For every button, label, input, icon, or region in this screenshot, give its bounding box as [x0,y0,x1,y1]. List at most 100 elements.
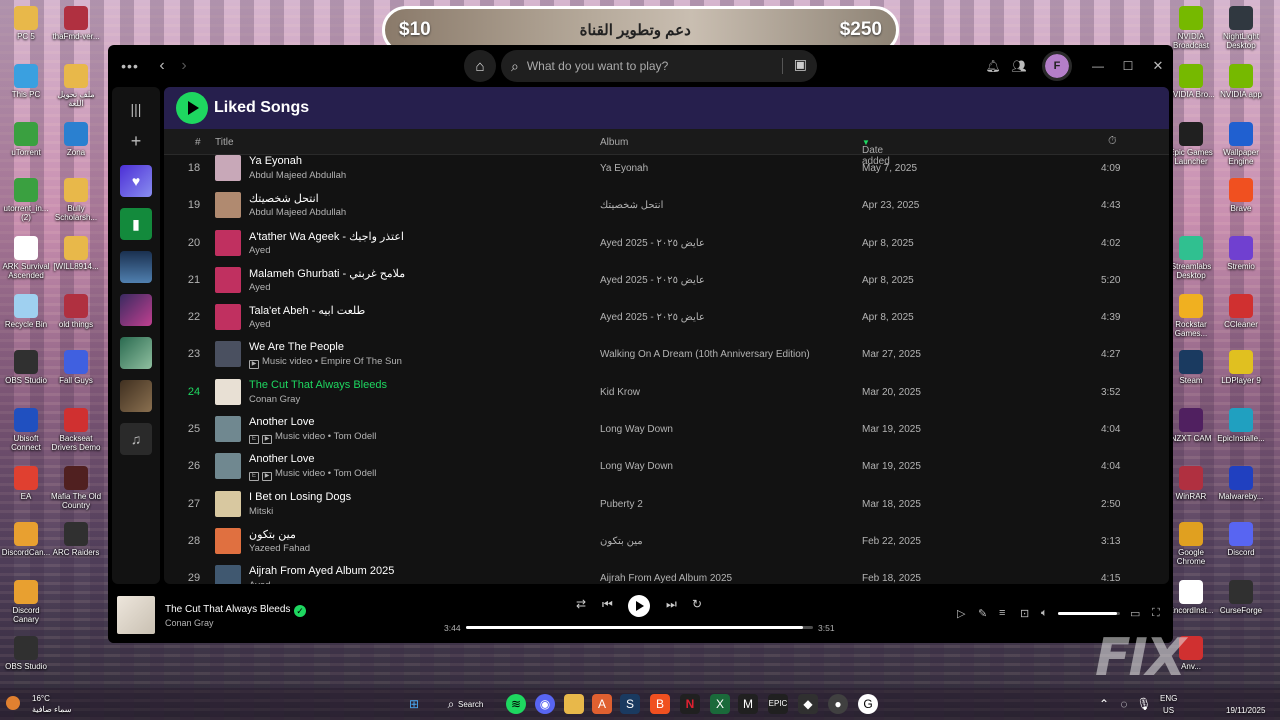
search-icon[interactable]: ⌕ [444,694,458,714]
desktop-shortcut[interactable]: Malwareby... [1215,466,1267,501]
desktop-shortcut[interactable]: PC 5 [0,6,52,41]
track-title[interactable]: Ya Eyonah [249,155,302,167]
track-title[interactable]: We Are The People [249,341,344,353]
next-icon[interactable]: ⏭︎ [666,597,677,612]
track-title[interactable]: Malameh Ghurbati - ملامح غربتي [249,267,405,280]
desktop-shortcut[interactable]: This PC [0,64,52,99]
track-title[interactable]: Tala'et Abeh - طلعت ابيه [249,304,365,317]
track-album[interactable]: Walking On A Dream (10th Anniversary Edi… [600,349,810,360]
track-album[interactable]: Long Way Down [600,424,673,435]
desktop-shortcut[interactable]: [WILL8914... [50,236,102,271]
track-title[interactable]: انتحل شخصيتك [249,192,319,205]
bell-icon[interactable]: 🔔︎ [985,45,1000,87]
epic-taskbar-icon[interactable]: EPIC [768,694,788,714]
desktop-shortcut[interactable]: thaFmd-ver... [50,6,102,41]
track-artist[interactable]: Ayed [249,245,270,256]
add-icon[interactable]: + [120,125,152,157]
desktop-shortcut[interactable]: old things [50,294,102,329]
saved-episodes-bookmark-icon[interactable]: ▮ [120,208,152,240]
close-icon[interactable]: ✕ [1151,45,1165,87]
track-row[interactable]: 25 Another Love E ▶ Music video • Tom Odell L… [164,411,1169,448]
track-row[interactable]: 21 Malameh Ghurbati - ملامح غربتي Ayed Ayed… [164,262,1169,299]
track-album[interactable]: Puberty 2 [600,499,643,510]
track-row[interactable]: 20 A'tather Wa Ageek - اعتذر واجيك Ayed Aye… [164,225,1169,262]
desktop-shortcut[interactable]: utorrent_in... (2) [0,178,52,222]
track-row[interactable]: 23 We Are The People ▶ Music video • Empire… [164,336,1169,373]
netflix-icon[interactable]: N [680,694,700,714]
track-artist[interactable]: Ayed [249,580,270,584]
library-icon[interactable]: ||| [120,93,152,125]
desktop-shortcut[interactable]: EA [0,466,52,501]
excel-icon[interactable]: X [710,694,730,714]
col-date-added[interactable]: Date added ▼ [862,137,890,167]
track-title[interactable]: مين بتكون [249,528,296,541]
desktop-shortcut[interactable]: Backseat Drivers Demo [50,408,102,452]
play-button[interactable] [176,92,208,124]
track-row[interactable]: 19 انتحل شخصيتك Abdul Majeed Abdullah انتحل… [164,187,1169,224]
desktop-shortcut[interactable]: Fall Guys [50,350,102,385]
playlist-cover-2[interactable] [120,294,152,326]
language-top[interactable]: ENG [1160,694,1177,703]
network-icon[interactable]: ◌ [1114,694,1134,714]
desktop-shortcut[interactable]: NightLight Desktop [1215,6,1267,50]
browse-icon[interactable]: ▣ [794,56,807,73]
shuffle-icon[interactable]: ⇄ [576,597,586,611]
track-album[interactable]: Aijrah From Ayed Album 2025 [600,573,732,584]
spotify-taskbar-icon[interactable]: ≋ [506,694,526,714]
language-bottom[interactable]: US [1163,706,1174,715]
app-icon-2[interactable]: ◆ [798,694,818,714]
track-title[interactable]: Another Love [249,416,314,428]
track-row[interactable]: 18 Ya Eyonah Abdul Majeed Abdullah Ya Eyona… [164,150,1169,187]
music-note-icon[interactable]: ♫ [120,423,152,455]
desktop-shortcut[interactable]: Stremio [1215,236,1267,271]
weather-desc[interactable]: سماء صافية [32,705,72,714]
mafia-taskbar-icon[interactable]: M [738,694,758,714]
avatar[interactable]: F [1042,51,1072,81]
track-album[interactable]: انتحل شخصيتك [600,200,663,211]
taskbar-search-label[interactable]: Search [458,700,483,709]
desktop-shortcut[interactable]: Wallpaper Engine [1215,122,1267,166]
desktop-shortcut[interactable]: LDPlayer 9 [1215,350,1267,385]
playlist-cover-3[interactable] [120,337,152,369]
desktop-shortcut[interactable]: Zona [50,122,102,157]
track-artist[interactable]: Abdul Majeed Abdullah [249,207,346,218]
steam-taskbar-icon[interactable]: S [620,694,640,714]
track-artist[interactable]: Conan Gray [249,394,300,405]
tray-chevron-icon[interactable]: ⌃ [1094,694,1114,714]
forward-arrow-icon[interactable]: › [176,45,192,87]
fullscreen-icon[interactable]: ⛶ [1152,607,1160,620]
playlist-cover-4[interactable] [120,380,152,412]
mic-icon[interactable]: 🎙︎ [1134,694,1154,714]
now-playing-cover[interactable] [117,596,155,634]
track-title[interactable]: The Cut That Always Bleeds [249,379,387,391]
track-title[interactable]: I Bet on Losing Dogs [249,491,351,503]
desktop-shortcut[interactable]: ARC Raiders [50,522,102,557]
track-album[interactable]: Ayed 2025 - عايض ٢٠٢٥ [600,312,705,323]
obs-taskbar-icon[interactable]: ● [828,694,848,714]
track-title[interactable]: Aijrah From Ayed Album 2025 [249,565,394,577]
track-artist[interactable]: E ▶ Music video • Tom Odell [249,468,376,482]
progress-bar[interactable] [466,626,813,629]
file-explorer-icon[interactable] [564,694,584,714]
desktop-shortcut[interactable]: Discord Canary [0,580,52,624]
desktop-shortcut[interactable]: CCleaner [1215,294,1267,329]
track-artist[interactable]: Ayed [249,282,270,293]
desktop-shortcut[interactable]: NVIDIA app [1215,64,1267,99]
discord-taskbar-icon[interactable]: ◉ [535,694,555,714]
desktop-shortcut[interactable]: NVIDIA Broadcast [1165,6,1217,50]
desktop-shortcut[interactable]: Ubisoft Connect [0,408,52,452]
saved-check-icon[interactable]: ✓ [294,605,306,617]
track-row[interactable]: 29 Aijrah From Ayed Album 2025 Ayed Aijrah … [164,560,1169,584]
search-bar[interactable]: ⌕ What do you want to play? ▣ [501,50,817,82]
app-g-icon[interactable]: G [858,694,878,714]
desktop-shortcut[interactable]: ملف تحويل اللغة [50,64,102,108]
desktop-shortcut[interactable]: ARK Survival Ascended [0,236,52,280]
menu-dots-icon[interactable]: ••• [120,45,140,87]
desktop-shortcut[interactable]: DiscordCan... [0,522,52,557]
windows-start-icon[interactable]: ⊞ [404,694,424,714]
desktop-shortcut[interactable]: EpicInstalle... [1215,408,1267,443]
minimize-icon[interactable]: — [1091,45,1105,87]
track-artist[interactable]: Mitski [249,506,273,517]
track-album[interactable]: Kid Krow [600,387,640,398]
track-album[interactable]: Ayed 2025 - عايض ٢٠٢٥ [600,275,705,286]
